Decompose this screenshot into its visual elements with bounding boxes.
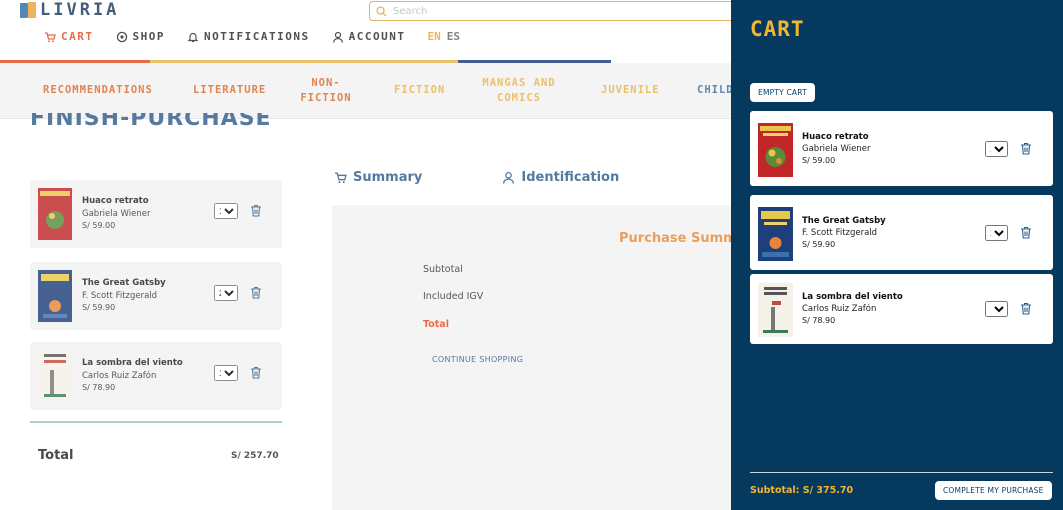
cart-item-author: F. Scott Fitzgerald (802, 228, 878, 238)
trash-icon[interactable] (1020, 302, 1032, 315)
cart-item: The Great Gatsby F. Scott Fitzgerald S/ … (750, 195, 1053, 270)
quantity-select[interactable]: 2 (985, 225, 1008, 241)
cart-subtotal: Subtotal: S/ 375.70 (750, 485, 854, 496)
cart-title: CART (750, 17, 805, 41)
cart-item: La sombra del viento Carlos Ruiz Zafón S… (750, 274, 1053, 344)
cart-item-title: La sombra del viento (802, 292, 903, 302)
cart-item-price: S/ 78.90 (802, 316, 836, 325)
cart-item-author: Carlos Ruiz Zafón (802, 304, 877, 314)
cart-drawer: CART EMPTY CART Huaco retrato Gabriela W… (731, 0, 1063, 510)
trash-icon[interactable] (1020, 226, 1032, 239)
quantity-select[interactable]: 3 (985, 141, 1008, 157)
cart-divider (750, 472, 1053, 473)
book-cover-image (758, 123, 793, 177)
trash-icon[interactable] (1020, 142, 1032, 155)
cart-item: Huaco retrato Gabriela Wiener S/ 59.00 3 (750, 111, 1053, 186)
cart-item-price: S/ 59.00 (802, 156, 836, 165)
dim-overlay[interactable] (0, 0, 731, 510)
book-cover-image (758, 207, 793, 261)
cart-item-price: S/ 59.90 (802, 240, 836, 249)
cart-item-title: The Great Gatsby (802, 216, 886, 226)
cart-item-title: Huaco retrato (802, 132, 869, 142)
complete-purchase-button[interactable]: COMPLETE MY PURCHASE (935, 481, 1052, 500)
book-cover-image (758, 283, 793, 337)
quantity-select[interactable]: 1 (985, 301, 1008, 317)
empty-cart-button[interactable]: EMPTY CART (750, 83, 815, 102)
cart-item-author: Gabriela Wiener (802, 144, 871, 154)
